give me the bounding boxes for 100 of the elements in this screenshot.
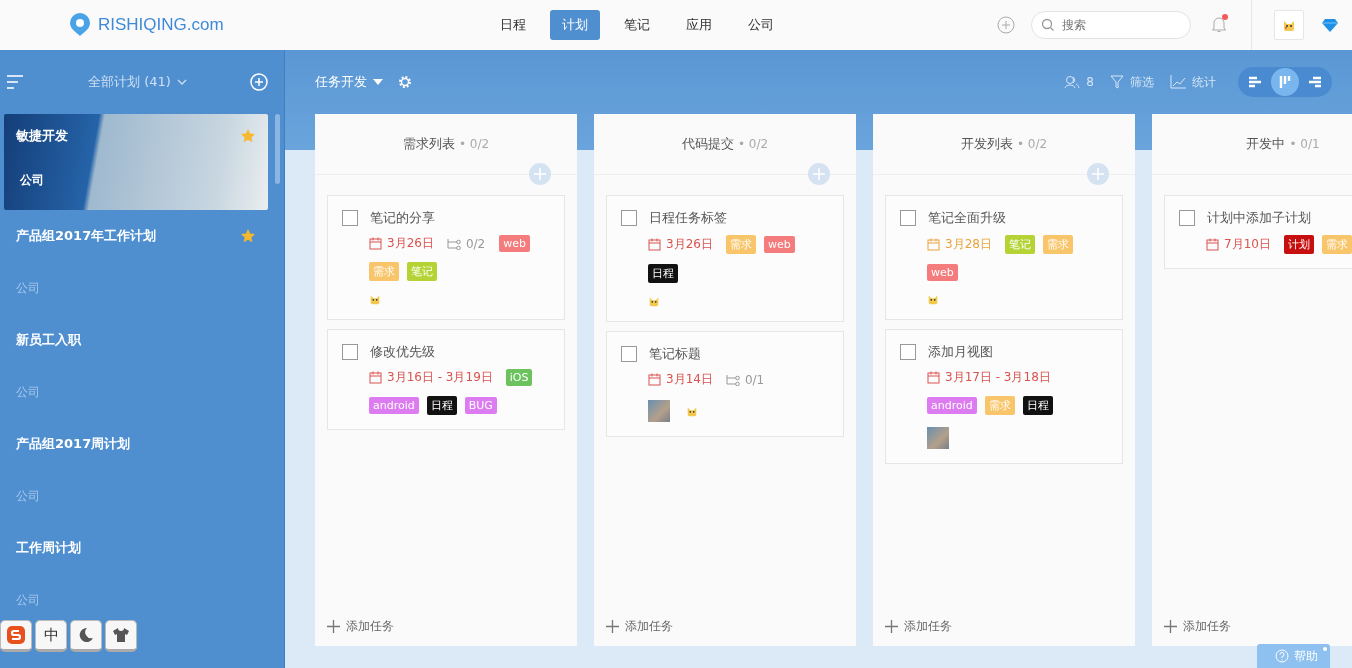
- subtask-count: 0/1: [744, 372, 765, 387]
- settings-icon[interactable]: [397, 74, 413, 90]
- column-title: 需求列表: [402, 135, 455, 153]
- task-checkbox[interactable]: [621, 346, 637, 362]
- task-checkbox[interactable]: [342, 210, 358, 226]
- plus-icon: [1164, 619, 1177, 633]
- chevron-down-icon: [176, 79, 187, 85]
- plan-group: 公司: [16, 488, 40, 505]
- tag-label: 需求: [725, 235, 756, 254]
- due-date: 3月17日 - 3月18日: [945, 369, 1051, 386]
- photo-placeholder: [927, 427, 949, 449]
- plus-icon: [327, 619, 340, 633]
- subtask-icon: [446, 237, 461, 250]
- ime-mode-key[interactable]: 中: [35, 620, 67, 652]
- calendar-icon: [369, 237, 382, 250]
- plan-title: 产品组2017年工作计划: [16, 227, 157, 245]
- task-checkbox[interactable]: [900, 210, 916, 226]
- task-checkbox[interactable]: [900, 344, 916, 360]
- nav-tab[interactable]: 日程: [488, 10, 538, 40]
- due-date: 3月14日: [666, 371, 713, 388]
- column-count: • 0/2: [1016, 137, 1048, 151]
- calendar-icon: [927, 371, 940, 384]
- tag-label: 日程: [1022, 396, 1053, 415]
- plan-item[interactable]: 新员工入职 公司: [4, 314, 268, 418]
- tag-label: 需求: [1042, 235, 1073, 254]
- due-date: 3月26日: [666, 236, 713, 253]
- task-card[interactable]: 笔记全面升级 3月28日 笔记 需求 web: [885, 195, 1123, 320]
- avatar-icon: [686, 405, 698, 417]
- view-toggle[interactable]: [1271, 68, 1299, 96]
- help-icon: [1275, 649, 1289, 663]
- star-icon[interactable]: [240, 228, 256, 244]
- plan-title: 新员工入职: [16, 331, 81, 349]
- tag-label: 需求: [1321, 235, 1352, 254]
- add-task-link[interactable]: 添加任务: [873, 606, 1135, 646]
- task-title: 笔记标题: [649, 345, 701, 363]
- nav-tab[interactable]: 笔记: [612, 10, 662, 40]
- task-card[interactable]: 笔记的分享 3月26日 0/2 web 需求 笔记: [327, 195, 565, 320]
- task-checkbox[interactable]: [1179, 210, 1195, 226]
- search-field[interactable]: 搜索: [1031, 11, 1191, 39]
- column-count: • 0/2: [737, 137, 769, 151]
- due-date: 3月28日: [945, 236, 992, 253]
- plan-group: 公司: [16, 592, 40, 609]
- menu-icon[interactable]: [6, 74, 24, 90]
- plan-item[interactable]: 工作周计划 公司: [4, 522, 268, 608]
- due-date: 7月10日: [1224, 236, 1271, 253]
- nav-tab[interactable]: 应用: [674, 10, 724, 40]
- nav-tab[interactable]: 公司: [736, 10, 786, 40]
- avatar-icon: [1282, 18, 1296, 32]
- add-icon[interactable]: [997, 16, 1015, 34]
- nav-tab[interactable]: 计划: [550, 10, 600, 40]
- plus-icon: [606, 619, 619, 633]
- logo-text[interactable]: RISHIQING.com: [98, 15, 224, 35]
- logo-icon: [68, 11, 92, 39]
- plan-title: 敏捷开发: [16, 127, 68, 145]
- plan-group: 公司: [16, 384, 40, 401]
- plan-item[interactable]: 敏捷开发 公司: [4, 114, 268, 210]
- tag-label: android: [369, 397, 419, 414]
- plus-icon: [534, 168, 546, 180]
- add-task-link[interactable]: 添加任务: [315, 606, 577, 646]
- add-task-link[interactable]: 添加任务: [594, 606, 856, 646]
- task-card[interactable]: 日程任务标签 3月26日 需求 web 日程: [606, 195, 844, 322]
- calendar-icon: [927, 238, 940, 251]
- task-title: 日程任务标签: [649, 209, 727, 227]
- task-checkbox[interactable]: [621, 210, 637, 226]
- bell-icon[interactable]: [1211, 14, 1227, 33]
- moon-icon: [78, 627, 94, 643]
- plan-title: 工作周计划: [16, 539, 81, 557]
- plan-title: 产品组2017周计划: [16, 435, 131, 453]
- tag-label: iOS: [505, 369, 533, 386]
- add-task-link[interactable]: 添加任务: [1152, 606, 1352, 646]
- task-card[interactable]: 添加月视图 3月17日 - 3月18日 android 需求 日程: [885, 329, 1123, 464]
- tag-label: web: [499, 235, 530, 252]
- task-checkbox[interactable]: [342, 344, 358, 360]
- plan-group: 公司: [16, 280, 40, 297]
- ime-logo-key[interactable]: [0, 620, 32, 652]
- ime-skin-key[interactable]: [105, 620, 137, 652]
- column-title: 代码提交: [681, 135, 734, 153]
- avatar-icon: [648, 295, 660, 307]
- avatar-icon: [927, 293, 939, 305]
- avatar-button[interactable]: [1274, 10, 1304, 40]
- column-title: 开发中: [1246, 135, 1286, 153]
- plus-icon: [1092, 168, 1104, 180]
- column-count: • 0/1: [1289, 137, 1320, 151]
- calendar-icon: [1206, 238, 1219, 251]
- task-card[interactable]: 修改优先级 3月16日 - 3月19日 iOS android 日程 BUG: [327, 329, 565, 430]
- subtask-count: 0/2: [465, 236, 486, 251]
- ime-moon-key[interactable]: [70, 620, 102, 652]
- task-title: 计划中添加子计划: [1207, 209, 1311, 227]
- calendar-icon: [369, 371, 382, 384]
- task-card[interactable]: 计划中添加子计划 7月10日 计划 需求: [1164, 195, 1352, 269]
- due-date: 3月16日 - 3月19日: [387, 369, 493, 386]
- diamond-icon[interactable]: [1322, 18, 1338, 32]
- tag-label: web: [763, 236, 795, 253]
- plan-group: 公司: [16, 171, 44, 189]
- task-card[interactable]: 笔记标题 3月14日 0/1: [606, 331, 844, 437]
- plan-item[interactable]: 产品组2017周计划 公司: [4, 418, 268, 522]
- plan-item[interactable]: 产品组2017年工作计划 公司: [4, 210, 268, 314]
- star-icon[interactable]: [240, 128, 256, 144]
- bars-left-icon: [1247, 74, 1263, 90]
- tag-label: android: [927, 397, 977, 414]
